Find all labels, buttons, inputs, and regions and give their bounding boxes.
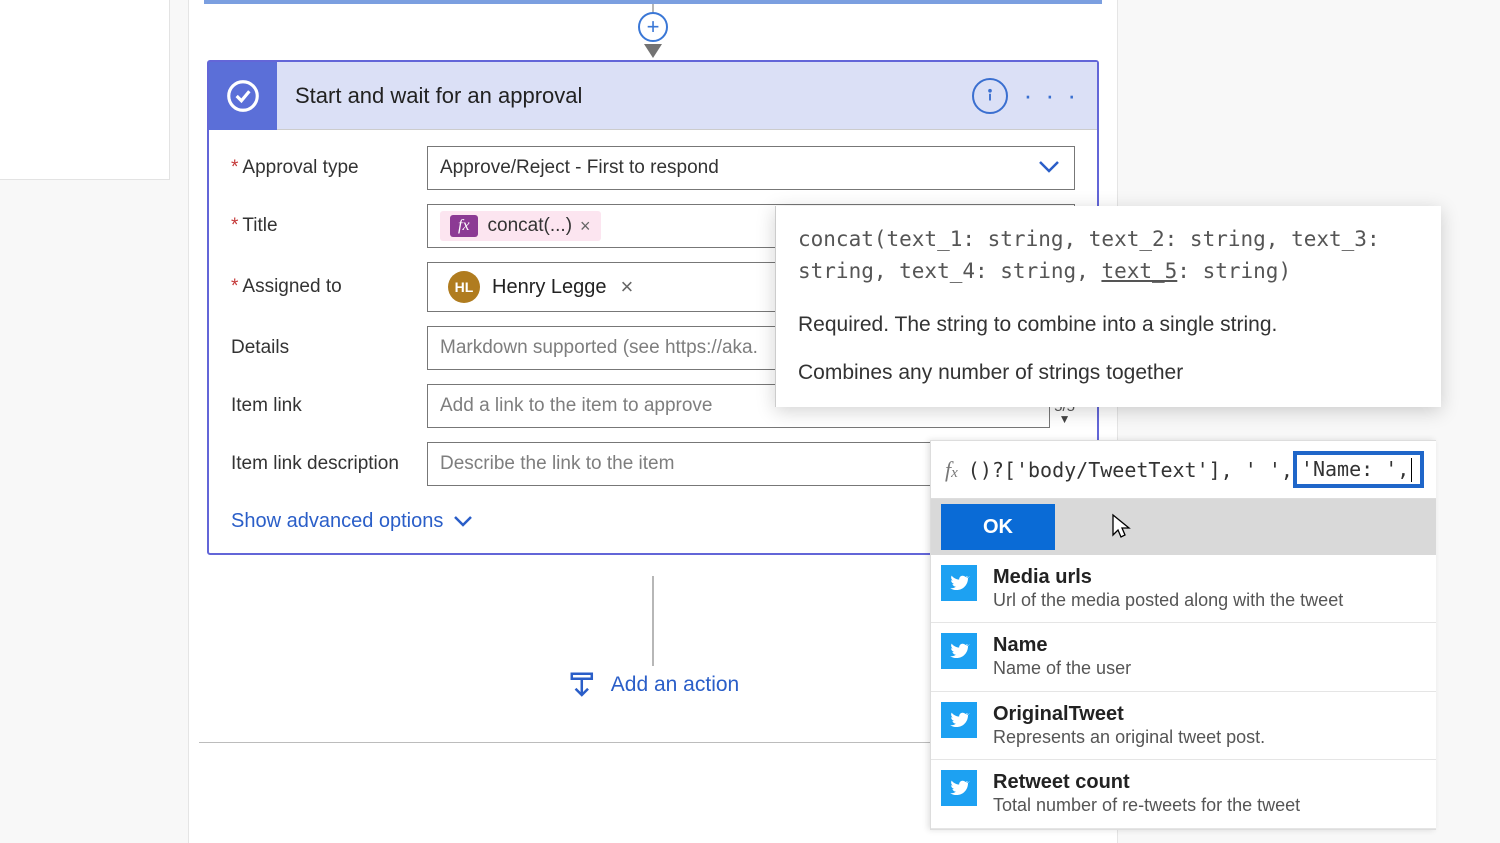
item-desc: Name of the user	[993, 657, 1131, 680]
dynamic-item-media-urls[interactable]: Media urls Url of the media posted along…	[931, 555, 1436, 623]
dynamic-content-list: Media urls Url of the media posted along…	[931, 555, 1436, 829]
left-column-stub	[0, 0, 170, 180]
show-advanced-toggle[interactable]: Show advanced options	[231, 510, 473, 533]
item-link-desc-label: Item link description	[231, 453, 427, 475]
approval-type-label: Approval type	[231, 157, 427, 179]
person-token[interactable]: HL Henry Legge ×	[440, 267, 641, 307]
item-desc: Represents an original tweet post.	[993, 726, 1265, 749]
fx-icon: fx	[945, 457, 958, 483]
more-menu-button[interactable]: · · ·	[1024, 80, 1079, 111]
chevron-down-icon	[1038, 157, 1060, 180]
function-signature: concat(text_1: string, text_2: string, t…	[798, 224, 1419, 287]
expression-input-row[interactable]: fx ()?['body/TweetText'], ' ', 'Name: ',	[931, 441, 1436, 499]
connector-line	[652, 576, 654, 666]
token-text: concat(...)	[488, 215, 572, 237]
twitter-icon	[941, 633, 977, 669]
approval-type-value: Approve/Reject - First to respond	[440, 157, 719, 179]
card-title: Start and wait for an approval	[295, 83, 958, 109]
fx-icon: fx	[450, 215, 478, 237]
approval-type-select[interactable]: Approve/Reject - First to respond	[427, 146, 1075, 190]
person-name: Henry Legge	[492, 276, 607, 299]
item-desc: Total number of re-tweets for the tweet	[993, 794, 1300, 817]
chevron-down-icon	[453, 510, 473, 533]
twitter-icon	[941, 770, 977, 806]
expression-highlight: 'Name: ',	[1293, 451, 1424, 489]
approval-icon	[209, 62, 277, 130]
item-title: Retweet count	[993, 770, 1300, 794]
twitter-icon	[941, 702, 977, 738]
mouse-cursor-icon	[1111, 513, 1131, 546]
info-button[interactable]	[972, 78, 1008, 114]
item-title: Name	[993, 633, 1131, 657]
item-desc: Url of the media posted along with the t…	[993, 589, 1343, 612]
item-title: OriginalTweet	[993, 702, 1265, 726]
card-header[interactable]: Start and wait for an approval · · ·	[209, 62, 1097, 130]
ok-row: OK	[931, 499, 1436, 555]
function-description: Combines any number of strings together	[798, 361, 1419, 385]
add-action-label: Add an action	[611, 673, 739, 697]
details-label: Details	[231, 337, 427, 359]
twitter-icon	[941, 565, 977, 601]
item-link-label: Item link	[231, 395, 427, 417]
ok-button[interactable]: OK	[941, 504, 1055, 550]
expression-input[interactable]: ()?['body/TweetText'], ' ', 'Name: ',	[968, 451, 1436, 489]
stepper-down-icon[interactable]: ▼	[1059, 415, 1071, 423]
assigned-to-label: Assigned to	[231, 276, 427, 298]
dynamic-item-originaltweet[interactable]: OriginalTweet Represents an original twe…	[931, 692, 1436, 760]
dynamic-item-retweet-count[interactable]: Retweet count Total number of re-tweets …	[931, 760, 1436, 828]
dynamic-item-name[interactable]: Name Name of the user	[931, 623, 1436, 691]
person-remove-icon[interactable]: ×	[621, 274, 634, 300]
title-label: Title	[231, 215, 427, 237]
show-advanced-label: Show advanced options	[231, 510, 443, 533]
token-remove-icon[interactable]: ×	[580, 216, 591, 237]
concat-token[interactable]: fx concat(...) ×	[440, 211, 601, 241]
arrow-down-icon	[644, 44, 662, 58]
expression-panel: fx ()?['body/TweetText'], ' ', 'Name: ',…	[930, 440, 1436, 830]
insert-step-button[interactable]: +	[638, 12, 668, 42]
item-title: Media urls	[993, 565, 1343, 589]
function-tooltip: concat(text_1: string, text_2: string, t…	[775, 206, 1441, 407]
avatar: HL	[448, 271, 480, 303]
add-action-button[interactable]: Add an action	[567, 670, 739, 700]
param-description: Required. The string to combine into a s…	[798, 313, 1419, 337]
